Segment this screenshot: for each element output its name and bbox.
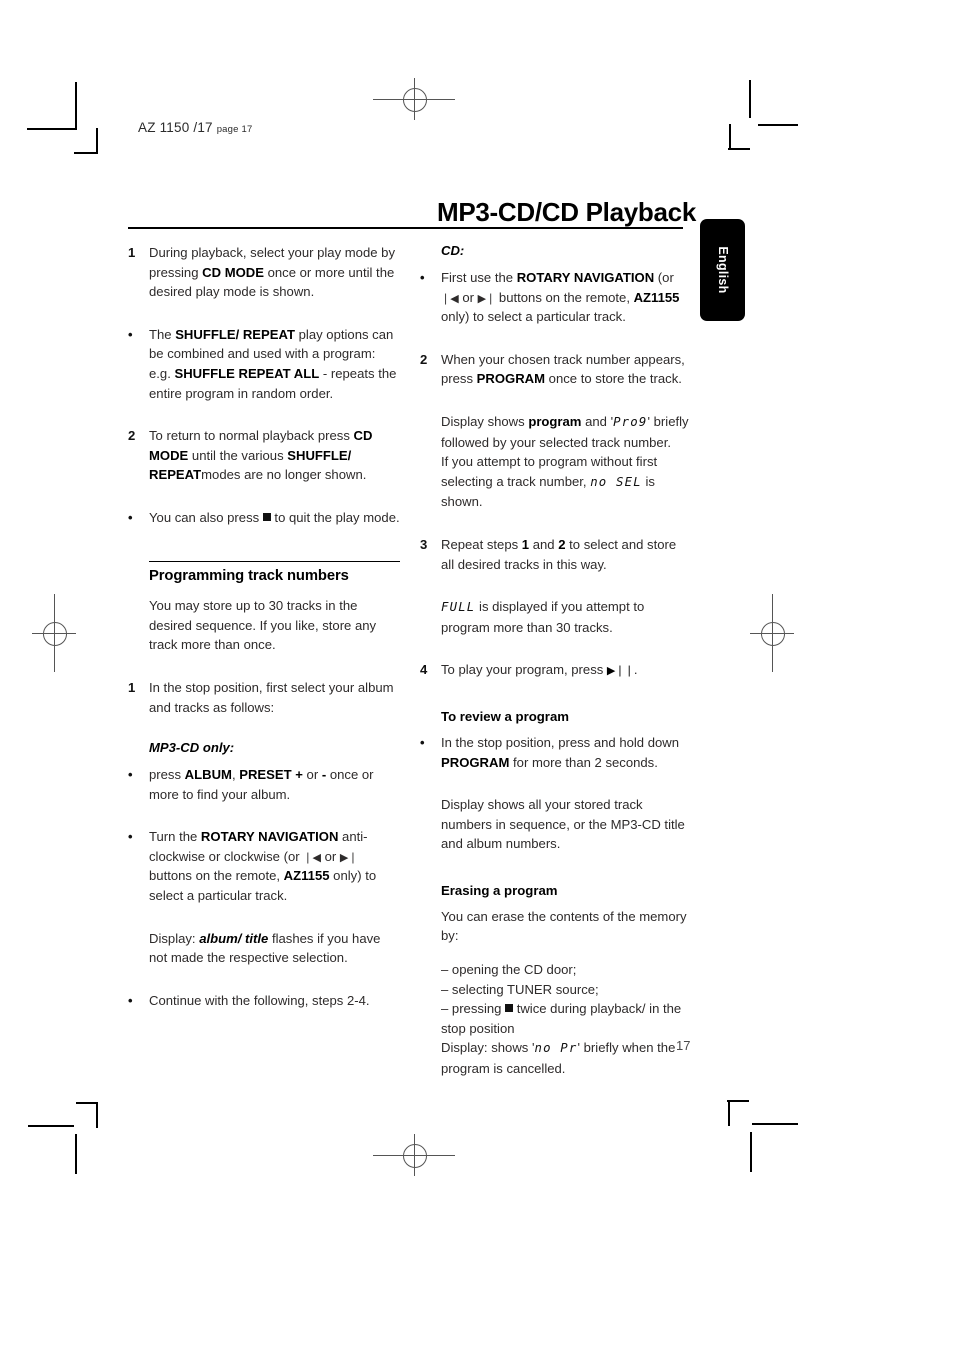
step-text: Repeat steps 1 and 2 to select and store… <box>441 536 677 572</box>
header-page-label: page 17 <box>216 124 253 135</box>
erase-method-list: – opening the CD door; – selecting TUNER … <box>420 960 692 1038</box>
erase-intro: You can erase the contents of the memory… <box>441 908 687 944</box>
step-marker: 2 <box>128 428 136 444</box>
review-heading: To review a program <box>441 708 570 724</box>
step-text: To play your program, press ▶❘❘. <box>441 662 638 678</box>
step-marker: 2 <box>420 351 428 367</box>
right-column: CD: • First use the ROTARY NAVIGATION (or… <box>420 243 692 1093</box>
step-text: Turn the ROTARY NAVIGATION anti-clockwis… <box>149 829 377 904</box>
crop-mark-top-right-inner-h <box>728 148 750 150</box>
step-marker: • <box>128 829 133 845</box>
erase-method-line: – selecting TUNER source; <box>420 980 692 1000</box>
cd-step-item: • First use the ROTARY NAVIGATION (or ❘◀ … <box>420 268 692 327</box>
mp3-instruction-list: • press ALBUM, PRESET + or - once or more… <box>128 765 400 1033</box>
step-marker: 1 <box>128 245 136 260</box>
left-step-item: • The SHUFFLE/ REPEAT play options can be… <box>128 325 400 403</box>
step-text: To return to normal playback press CD MO… <box>149 428 373 483</box>
step-marker: 3 <box>420 536 428 552</box>
cd-step-item: 3 Repeat steps 1 and 2 to select and stor… <box>420 535 692 574</box>
step-text: FULL is displayed if you attempt to prog… <box>441 599 645 635</box>
erase-display-note: Display: shows 'no Pr' briefly when the … <box>420 1038 692 1078</box>
crop-mark-bottom-right-h-top <box>727 1100 749 1102</box>
step-text: The SHUFFLE/ REPEAT play options can be … <box>149 326 397 401</box>
registration-mark-left <box>32 594 76 672</box>
erase-method-text: – opening the CD door; <box>441 962 577 978</box>
left-step-item: 1 During playback, select your play mode … <box>128 243 400 302</box>
step-marker: • <box>420 734 425 750</box>
step-text: press ALBUM, PRESET + or - once or more … <box>149 767 374 802</box>
review-step-item: Display shows all your stored track numb… <box>420 795 692 854</box>
step-text: When your chosen track number appears, p… <box>441 351 685 387</box>
crop-mark-bottom-right-h <box>752 1123 798 1125</box>
page-title: MP3-CD/CD Playback <box>436 197 696 227</box>
step-text: Continue with the following, steps 2-4. <box>149 992 370 1008</box>
crop-mark-top-left-v <box>75 82 77 130</box>
left-step-item: 2 To return to normal playback press CD M… <box>128 426 400 485</box>
cd-step-item: 4 To play your program, press ▶❘❘. <box>420 660 692 680</box>
left-column-steps: 1 During playback, select your play mode … <box>128 243 400 551</box>
erase-method-line: – opening the CD door; <box>420 960 692 980</box>
mp3-step-item: • Continue with the following, steps 2-4. <box>128 991 400 1011</box>
registration-mark-top <box>373 78 455 120</box>
manual-page: AZ 1150 /17 page 17 MP3-CD/CD Playback E… <box>0 0 954 1351</box>
programming-step-1: 1 In the stop position, first select you… <box>128 679 394 715</box>
cd-step-item: Display shows program and 'Pro9' briefly… <box>420 412 692 512</box>
erase-method-text: – selecting TUNER source; <box>441 981 599 997</box>
step-text: Display shows program and 'Pro9' briefly… <box>441 413 689 510</box>
language-tab-label: English <box>715 246 730 294</box>
cd-step-item: FULL is displayed if you attempt to prog… <box>420 597 692 637</box>
left-step-item: • You can also press to quit the play mod… <box>128 508 400 528</box>
crop-mark-bottom-right-v <box>750 1132 752 1172</box>
crop-mark-top-left-inner-h <box>74 152 98 154</box>
step-marker: 4 <box>420 662 428 678</box>
programming-intro: You may store up to 30 tracks in the des… <box>149 598 377 653</box>
cd-step-item: 2 When your chosen track number appears, … <box>420 350 692 389</box>
page-header: AZ 1150 /17 page 17 <box>138 120 252 135</box>
erase-method-text: – pressing twice during playback/ in the… <box>441 1001 682 1036</box>
step-marker: • <box>128 326 133 342</box>
crop-mark-top-left-h <box>27 128 75 130</box>
cd-heading: CD: <box>441 243 465 258</box>
step-marker: • <box>420 270 425 285</box>
step-marker: • <box>128 992 133 1008</box>
language-tab: English <box>700 219 745 321</box>
registration-mark-right <box>750 594 794 672</box>
step-marker: • <box>128 509 133 525</box>
step-text: During playback, select your play mode b… <box>149 245 395 300</box>
step-text: You can also press to quit the play mode… <box>149 509 400 525</box>
section-divider <box>149 560 400 563</box>
registration-mark-bottom <box>373 1134 455 1176</box>
crop-mark-bottom-left-h-top <box>76 1102 98 1104</box>
mp3-only-heading: MP3-CD only: <box>149 740 235 756</box>
step-marker: 1 <box>128 679 136 695</box>
step-marker: • <box>128 767 133 783</box>
crop-mark-bottom-left-v <box>75 1134 77 1174</box>
crop-mark-top-right-h <box>758 124 798 126</box>
erase-method-line: – pressing twice during playback/ in the… <box>420 999 692 1038</box>
title-divider <box>128 227 683 230</box>
left-column: 1 During playback, select your play mode … <box>128 243 400 1033</box>
mp3-step-item: Display: album/ title flashes if you hav… <box>128 929 400 968</box>
crop-mark-bottom-left-h <box>28 1125 74 1127</box>
cd-instruction-list: • First use the ROTARY NAVIGATION (or ❘◀ … <box>420 268 692 703</box>
mp3-step-item: • Turn the ROTARY NAVIGATION anti-clockw… <box>128 827 400 905</box>
review-step-item: • In the stop position, press and hold d… <box>420 733 692 772</box>
section-heading-programming: Programming track numbers <box>149 568 349 585</box>
crop-mark-bottom-left-inner-v <box>96 1102 98 1128</box>
crop-mark-top-left-inner-v <box>96 128 98 154</box>
step-text: Display: album/ title flashes if you hav… <box>149 930 381 966</box>
crop-mark-top-right-v <box>749 80 751 118</box>
mp3-step-item: • press ALBUM, PRESET + or - once or more… <box>128 765 400 804</box>
step-text: In the stop position, press and hold dow… <box>441 734 680 770</box>
crop-mark-bottom-right-inner-v <box>728 1100 730 1126</box>
crop-mark-top-right-inner-v <box>729 124 731 150</box>
header-model: AZ 1150 /17 <box>138 120 213 135</box>
erase-heading: Erasing a program <box>441 882 558 898</box>
review-list: • In the stop position, press and hold d… <box>420 733 692 877</box>
step-text: First use the ROTARY NAVIGATION (or ❘◀ o… <box>441 270 680 325</box>
erase-display-text: Display: shows 'no Pr' briefly when the … <box>441 1040 676 1077</box>
step-text: Display shows all your stored track numb… <box>441 797 685 852</box>
